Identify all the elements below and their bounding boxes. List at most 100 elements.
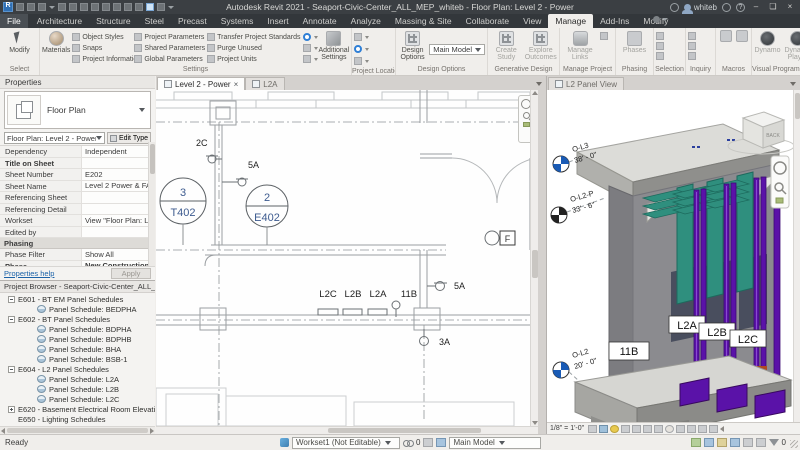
settings-small-button[interactable]: Purge Unused: [207, 43, 300, 53]
modify-button[interactable]: Modify: [2, 30, 37, 54]
tree-item[interactable]: E601 - BT EM Panel Schedules: [0, 294, 155, 304]
select-underlay-icon[interactable]: [717, 438, 727, 447]
view-tab-l2-panel-view[interactable]: L2 Panel View: [548, 77, 624, 90]
edit-linked-icon[interactable]: [704, 438, 714, 447]
plan-vscrollbar[interactable]: [530, 90, 538, 426]
worksharing-display-icon[interactable]: [676, 425, 685, 433]
tree-item[interactable]: Panel Schedule: BHA: [0, 344, 155, 354]
device-11b[interactable]: 11B: [392, 289, 417, 317]
settings-small-button[interactable]: Shared Parameters: [134, 43, 205, 53]
select-pinned-icon[interactable]: [730, 438, 740, 447]
view-selector-dropdown[interactable]: Floor Plan: Level 2 - Power: [4, 132, 105, 144]
ribbon-state-caret-icon[interactable]: [662, 18, 668, 21]
panel-schedule-templates-dropdown[interactable]: [303, 43, 317, 53]
edit-type-button[interactable]: Edit Type: [107, 132, 151, 144]
active-design-option-select[interactable]: Main Model: [429, 44, 485, 55]
open-icon[interactable]: [16, 3, 24, 11]
phasing-group-header[interactable]: Phasing: [0, 238, 155, 249]
tree-item[interactable]: Panel Schedule: BSB-1: [0, 354, 155, 364]
dynamo-player-button[interactable]: Dynamo Player: [783, 30, 800, 61]
3d-tag-l2c[interactable]: L2C: [730, 330, 766, 347]
ribbon-tab[interactable]: View: [516, 14, 548, 28]
materials-button[interactable]: Materials: [42, 30, 70, 54]
navbar-option-icon[interactable]: [523, 122, 530, 127]
settings-small-button[interactable]: Snaps: [72, 43, 132, 53]
property-row[interactable]: Edited by: [0, 227, 155, 239]
text-icon[interactable]: [124, 3, 132, 11]
edit-selection-icon[interactable]: [656, 52, 664, 60]
receptacle-5a-right[interactable]: 5A: [427, 281, 465, 291]
3d-view-icon[interactable]: [135, 3, 143, 11]
ribbon-tab[interactable]: Massing & Site: [388, 14, 459, 28]
worksets-icon[interactable]: [280, 438, 289, 447]
ribbon-tab[interactable]: Architecture: [30, 14, 89, 28]
receptacle-2c[interactable]: [206, 155, 222, 163]
3d-canvas[interactable]: O-L3 38' - 0" O-L2-P 33' - 6": [547, 90, 794, 422]
property-row[interactable]: Referencing Detail: [0, 204, 155, 216]
modify-options-icon[interactable]: [653, 16, 660, 23]
tree-expander-icon[interactable]: [8, 406, 15, 413]
right-tab-overflow-icon[interactable]: [790, 82, 796, 86]
print-icon[interactable]: [80, 3, 88, 11]
warnings-icon[interactable]: [688, 52, 696, 60]
filter-icon[interactable]: [769, 439, 779, 446]
3d-tag-11b[interactable]: 11B: [609, 342, 649, 360]
ribbon-tab[interactable]: Annotate: [296, 14, 344, 28]
ribbon-tab[interactable]: Analyze: [344, 14, 388, 28]
macro-manager-icon[interactable]: [720, 30, 732, 42]
dynamo-button[interactable]: Dynamo: [754, 30, 781, 54]
coordinates-dropdown[interactable]: [354, 44, 369, 54]
close-view-icon[interactable]: ×: [234, 80, 239, 89]
scale-label[interactable]: 1/8" = 1'-0": [550, 425, 584, 432]
zoom-icon[interactable]: [523, 112, 530, 119]
tag-5a-top[interactable]: 5A: [248, 160, 259, 170]
tree-item[interactable]: E650 - Lighting Schedules: [0, 414, 155, 424]
ribbon-tab[interactable]: Systems: [214, 14, 261, 28]
callout-e402[interactable]: 2 E402: [246, 185, 288, 245]
undo-icon[interactable]: [58, 3, 66, 11]
settings-small-button[interactable]: Object Styles: [72, 32, 132, 42]
signed-in-user[interactable]: whiteb: [684, 3, 717, 12]
explore-outcomes-button[interactable]: Explore Outcomes: [525, 30, 558, 61]
project-browser-title[interactable]: Project Browser - Seaport-Civic-Center_A…: [0, 281, 155, 293]
search-icon[interactable]: [670, 3, 679, 12]
ribbon-tab[interactable]: Insert: [260, 14, 295, 28]
receptacle-5a-top[interactable]: [222, 178, 248, 186]
level-marker-ol2p[interactable]: O-L2-P 33' - 6": [551, 189, 596, 223]
tree-item[interactable]: Panel Schedule: BEDPHA: [0, 304, 155, 314]
exclude-options-icon[interactable]: [691, 438, 701, 447]
property-row[interactable]: Sheet Name Level 2 Power & FA Flo...: [0, 181, 155, 193]
thin-lines-icon[interactable]: [157, 3, 165, 11]
property-row[interactable]: Dependency Independent: [0, 146, 155, 158]
browser-hscrollbar[interactable]: [0, 426, 155, 434]
tree-item[interactable]: E620 - Basement Electrical Room Elevatio…: [0, 404, 155, 414]
tree-item[interactable]: E604 - L2 Panel Schedules: [0, 364, 155, 374]
tag-2c[interactable]: 2C: [196, 138, 208, 148]
tag-icon[interactable]: [113, 3, 121, 11]
crop-view-icon[interactable]: [632, 425, 641, 433]
design-options-status-icon[interactable]: [436, 438, 446, 447]
select-by-face-icon[interactable]: [743, 438, 753, 447]
3d-vscrollbar[interactable]: [793, 90, 800, 422]
temporary-hide-isolate-icon[interactable]: [654, 425, 663, 433]
tree-item[interactable]: Panel Schedule: L2B: [0, 384, 155, 394]
qat-customize-icon[interactable]: [168, 6, 174, 9]
crop-region-icon[interactable]: [643, 425, 652, 433]
mep-settings-dropdown[interactable]: [303, 32, 317, 42]
settings-small-button[interactable]: Transfer Project Standards: [207, 32, 300, 42]
revit-logo-icon[interactable]: R: [3, 2, 13, 12]
select-panel-label[interactable]: Select: [0, 64, 39, 75]
type-selector[interactable]: Floor Plan: [4, 91, 151, 129]
viewbar-more-icon[interactable]: [720, 426, 724, 432]
shadows-icon[interactable]: [621, 425, 630, 433]
hide-analytical-icon[interactable]: [698, 425, 707, 433]
sun-path-icon[interactable]: [610, 425, 619, 433]
ribbon-tab[interactable]: Collaborate: [459, 14, 516, 28]
section-icon[interactable]: [146, 3, 154, 11]
additional-settings-button[interactable]: Additional Settings: [319, 30, 350, 61]
property-row[interactable]: Title on Sheet: [0, 158, 155, 170]
3d-tag-l2b[interactable]: L2B: [699, 323, 735, 340]
active-workset-select[interactable]: Workset1 (Not Editable): [292, 437, 400, 449]
ribbon-tab[interactable]: Add-Ins: [593, 14, 636, 28]
ribbon-tab[interactable]: Manage: [548, 14, 593, 28]
